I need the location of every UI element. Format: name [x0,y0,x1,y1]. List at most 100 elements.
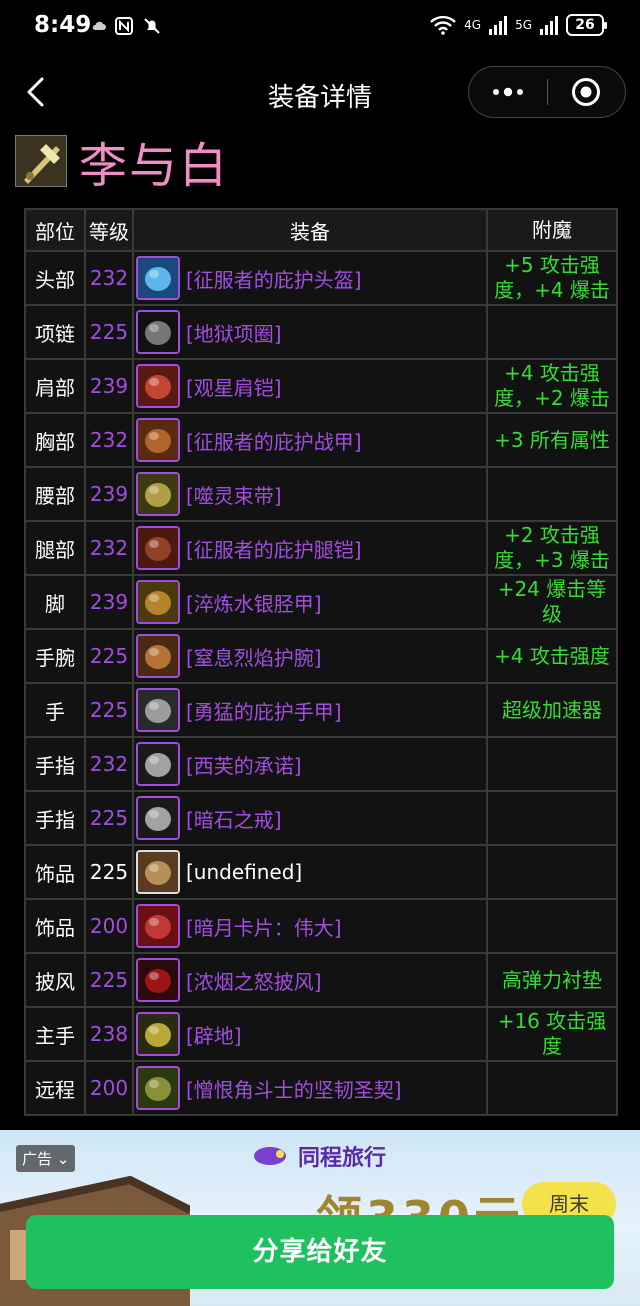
table-row: 饰品 225 [undefined] [24,844,618,900]
signal-icon [540,15,558,35]
item-name: [征服者的庇护战甲] [186,429,362,454]
item-cell[interactable]: [征服者的庇护头盔] [132,250,488,306]
level-cell: 232 [84,250,134,306]
item-name: [地狱项圈] [186,321,282,346]
belt-icon [136,472,180,516]
level-cell: 239 [84,574,134,630]
enchant-cell: 超级加速器 [486,682,618,738]
item-name: [淬炼水银胫甲] [186,591,322,616]
level-cell: 225 [84,682,134,738]
table-row: 饰品 200 [暗月卡片：伟大] [24,898,618,954]
item-link[interactable]: [浓烟之怒披风] [134,958,486,1002]
item-link[interactable]: [暗石之戒] [134,796,486,840]
item-cell[interactable]: [观星肩铠] [132,358,488,414]
chest-armor-icon [136,418,180,462]
share-button[interactable]: 分享给好友 [26,1215,614,1289]
item-name: [浓烟之怒披风] [186,969,322,994]
table-row: 头部 232 [征服者的庇护头盔] +5 攻击强度，+4 爆击 [24,250,618,306]
table-row: 胸部 232 [征服者的庇护战甲] +3 所有属性 [24,412,618,468]
item-cell[interactable]: [征服者的庇护战甲] [132,412,488,468]
table-row: 手指 232 [西芙的承诺] [24,736,618,792]
wifi-icon [430,15,456,35]
level-cell: 232 [84,736,134,792]
item-link[interactable]: [淬炼水银胫甲] [134,580,486,624]
cloud-icon [92,21,106,30]
item-cell[interactable]: [地狱项圈] [132,304,488,360]
battery-icon: 26 [566,14,607,36]
item-cell[interactable]: [憎恨角斗士的坚韧圣契] [132,1060,488,1116]
enchant-cell [486,466,618,522]
table-row: 肩部 239 [观星肩铠] +4 攻击强度，+2 爆击 [24,358,618,414]
item-cell[interactable]: [暗月卡片：伟大] [132,898,488,954]
ring-icon [136,796,180,840]
item-cell[interactable]: [淬炼水银胫甲] [132,574,488,630]
item-name: [辟地] [186,1023,242,1048]
level-cell: 239 [84,358,134,414]
ad-tag[interactable]: 广告 ⌄ [16,1145,76,1172]
item-link[interactable]: [征服者的庇护战甲] [134,418,486,462]
item-cell[interactable]: [暗石之戒] [132,790,488,846]
enchant-cell: +16 攻击强度 [486,1006,618,1062]
item-link[interactable]: [噬灵束带] [134,472,486,516]
item-link[interactable]: [地狱项圈] [134,310,486,354]
table-row: 腿部 232 [征服者的庇护腿铠] +2 攻击强度，+3 爆击 [24,520,618,576]
status-bar: 8:49 4G 5G 26 [0,0,640,56]
header-level: 等级 [84,208,134,252]
libram-icon [136,1066,180,1110]
slot-cell: 主手 [24,1006,86,1062]
slot-cell: 手指 [24,790,86,846]
chevron-down-icon: ⌄ [56,1150,70,1168]
table-row: 手腕 225 [窒息烈焰护腕] +4 攻击强度 [24,628,618,684]
more-button[interactable] [469,66,547,118]
item-cell[interactable]: [噬灵束带] [132,466,488,522]
slot-cell: 肩部 [24,358,86,414]
item-link[interactable]: [西芙的承诺] [134,742,486,786]
cloak-icon [136,958,180,1002]
item-cell[interactable]: [浓烟之怒披风] [132,952,488,1008]
status-system-icons: 4G 5G 26 [430,14,607,36]
item-cell[interactable]: [征服者的庇护腿铠] [132,520,488,576]
enchant-cell [486,844,618,900]
enchant-cell [486,1060,618,1116]
level-cell: 200 [84,898,134,954]
slot-cell: 腰部 [24,466,86,522]
item-name: [征服者的庇护腿铠] [186,537,362,562]
enchant-cell: +24 爆击等级 [486,574,618,630]
item-link[interactable]: [undefined] [134,850,486,894]
target-circle-icon [572,78,601,106]
table-row: 远程 200 [憎恨角斗士的坚韧圣契] [24,1060,618,1116]
table-row: 主手 238 [辟地] +16 攻击强度 [24,1006,618,1062]
item-cell[interactable]: [undefined] [132,844,488,900]
item-cell[interactable]: [窒息烈焰护腕] [132,628,488,684]
item-link[interactable]: [暗月卡片：伟大] [134,904,486,948]
item-name: [暗月卡片：伟大] [186,915,342,940]
level-cell: 225 [84,628,134,684]
level-cell: 225 [84,304,134,360]
item-cell[interactable]: [勇猛的庇护手甲] [132,682,488,738]
close-miniprogram-button[interactable] [548,66,626,118]
item-link[interactable]: [征服者的庇护腿铠] [134,526,486,570]
slot-cell: 饰品 [24,844,86,900]
item-link[interactable]: [窒息烈焰护腕] [134,634,486,678]
ring-icon [136,742,180,786]
bracer-icon [136,634,180,678]
helmet-icon [136,256,180,300]
item-link[interactable]: [辟地] [134,1012,486,1056]
ad-brand-name: 同程旅行 [298,1146,387,1171]
mace-icon [136,1012,180,1056]
item-link[interactable]: [憎恨角斗士的坚韧圣契] [134,1066,486,1110]
item-link[interactable]: [观星肩铠] [134,364,486,408]
enchant-cell: +4 攻击强度 [486,628,618,684]
enchant-cell [486,790,618,846]
more-dots-icon [492,87,523,97]
item-cell[interactable]: [辟地] [132,1006,488,1062]
table-header-row: 部位 等级 装备 附魔 [24,208,618,252]
table-row: 腰部 239 [噬灵束带] [24,466,618,522]
enchant-cell: +2 攻击强度，+3 爆击 [486,520,618,576]
slot-cell: 腿部 [24,520,86,576]
slot-cell: 远程 [24,1060,86,1116]
item-link[interactable]: [勇猛的庇护手甲] [134,688,486,732]
item-cell[interactable]: [西芙的承诺] [132,736,488,792]
mute-bell-icon [144,18,160,34]
item-link[interactable]: [征服者的庇护头盔] [134,256,486,300]
